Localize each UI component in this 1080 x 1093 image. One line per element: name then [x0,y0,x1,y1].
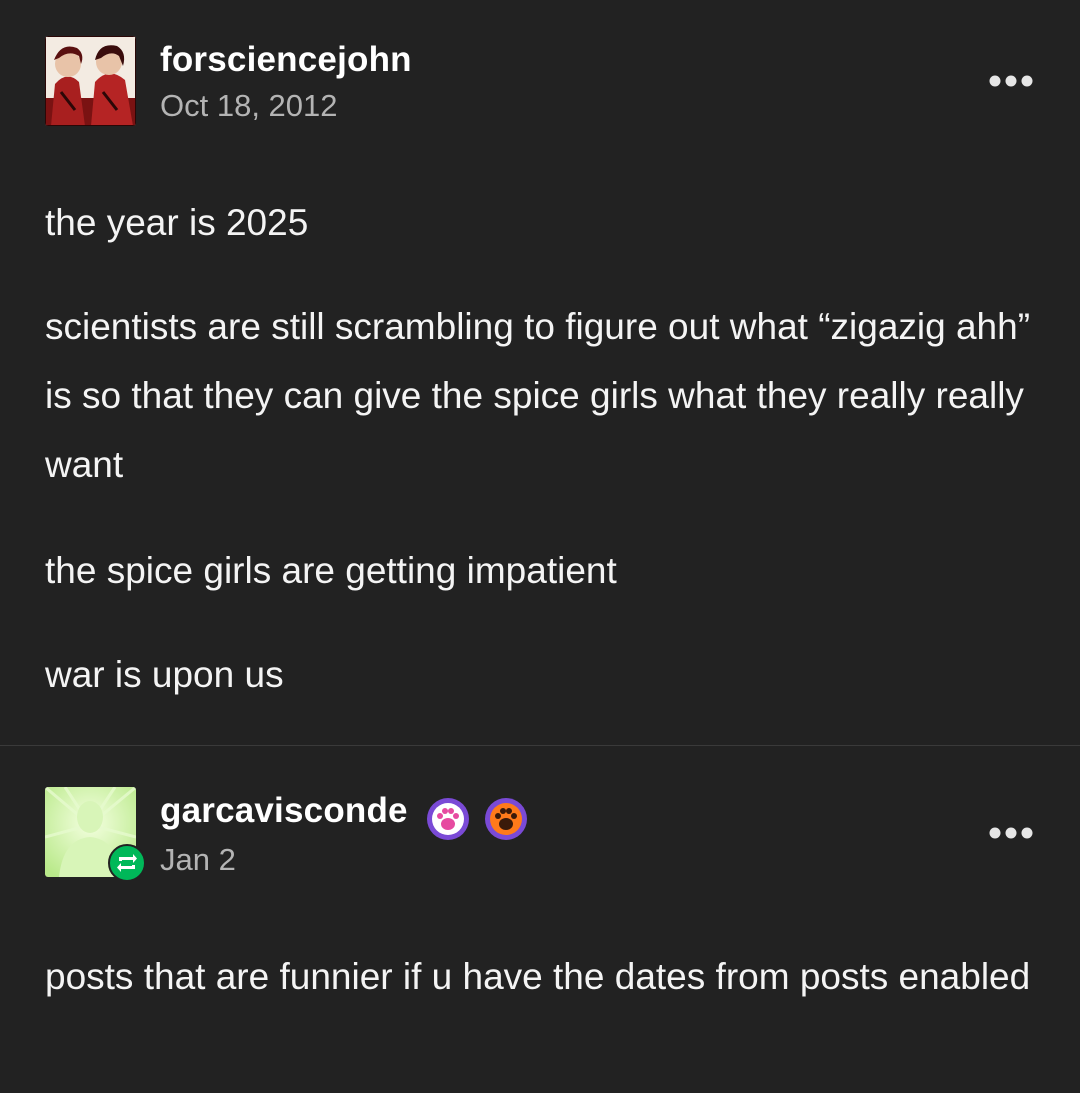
paw-badge-orange-icon [485,798,527,840]
badge[interactable] [484,797,528,841]
reblog-icon [108,844,146,882]
badge[interactable] [426,797,470,841]
original-post: forsciencejohn Oct 18, 2012 the year is … [0,0,1080,745]
more-dots-icon [989,75,1033,87]
reblog-badge [108,844,146,882]
username[interactable]: garcavisconde [160,791,408,831]
more-options-button[interactable] [986,818,1036,848]
paw-badge-pink-icon [427,798,469,840]
avatar[interactable] [45,36,136,126]
reblog-post: garcavisconde Jan 2 posts that are funni… [0,746,1080,1093]
post-date: Jan 2 [160,842,236,877]
username[interactable]: forsciencejohn [160,40,412,80]
post-paragraph: war is upon us [45,654,284,695]
more-dots-icon [989,827,1033,839]
post-paragraph: the year is 2025 [45,202,309,243]
post-paragraph: scientists are still scrambling to figur… [45,306,1031,485]
more-options-button[interactable] [986,66,1036,96]
post-date: Oct 18, 2012 [160,88,338,123]
post-paragraph: the spice girls are getting impatient [45,550,617,591]
illustrated-avatar-icon [45,36,136,126]
post-paragraph: posts that are funnier if u have the dat… [45,956,1031,997]
